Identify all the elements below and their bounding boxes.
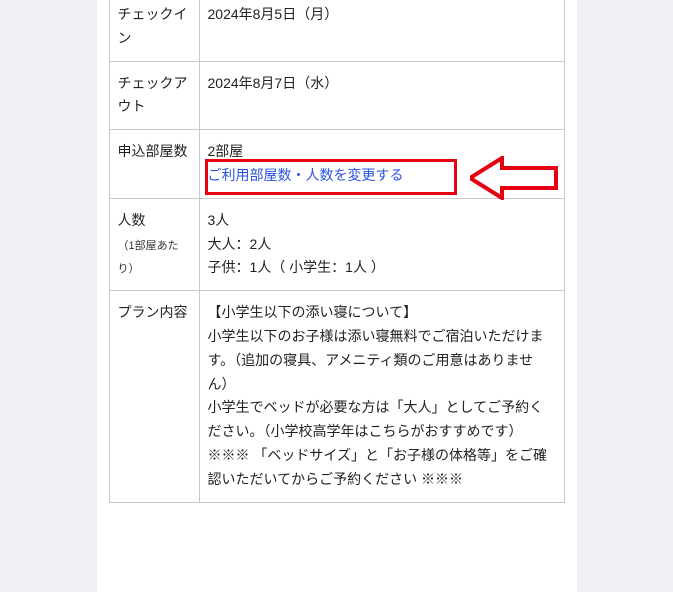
- people-adults: 大人：2人: [208, 236, 272, 252]
- rooms-cell: 2部屋 ご利用部屋数・人数を変更する: [199, 130, 564, 199]
- table-row: 人数 （1部屋あたり） 3人 大人：2人 子供：1人（ 小学生：1人 ）: [109, 198, 564, 290]
- checkout-value: 2024年8月7日（水）: [199, 61, 564, 130]
- people-label-cell: 人数 （1部屋あたり）: [109, 198, 199, 290]
- table-row: チェックイン 2024年8月5日（月）: [109, 0, 564, 61]
- change-rooms-people-link[interactable]: ご利用部屋数・人数を変更する: [208, 167, 404, 183]
- rooms-value: 2部屋: [208, 143, 244, 159]
- people-total: 3人: [208, 212, 230, 228]
- checkout-label: チェックアウト: [109, 61, 199, 130]
- table-row: 申込部屋数 2部屋 ご利用部屋数・人数を変更する: [109, 130, 564, 199]
- checkin-value: 2024年8月5日（月）: [199, 0, 564, 61]
- table-row: チェックアウト 2024年8月7日（水）: [109, 61, 564, 130]
- plan-content: 【小学生以下の添い寝について】小学生以下のお子様は添い寝無料でご宿泊いただけます…: [199, 291, 564, 502]
- people-per-room-note: （1部屋あたり）: [118, 240, 179, 276]
- people-children: 子供：1人（ 小学生：1人 ）: [208, 259, 385, 275]
- plan-label: プラン内容: [109, 291, 199, 502]
- rooms-label: 申込部屋数: [109, 130, 199, 199]
- booking-details-table: チェックイン 2024年8月5日（月） チェックアウト 2024年8月7日（水）…: [109, 0, 565, 503]
- checkin-label: チェックイン: [109, 0, 199, 61]
- people-label: 人数: [118, 212, 146, 228]
- people-cell: 3人 大人：2人 子供：1人（ 小学生：1人 ）: [199, 198, 564, 290]
- table-row: プラン内容 【小学生以下の添い寝について】小学生以下のお子様は添い寝無料でご宿泊…: [109, 291, 564, 502]
